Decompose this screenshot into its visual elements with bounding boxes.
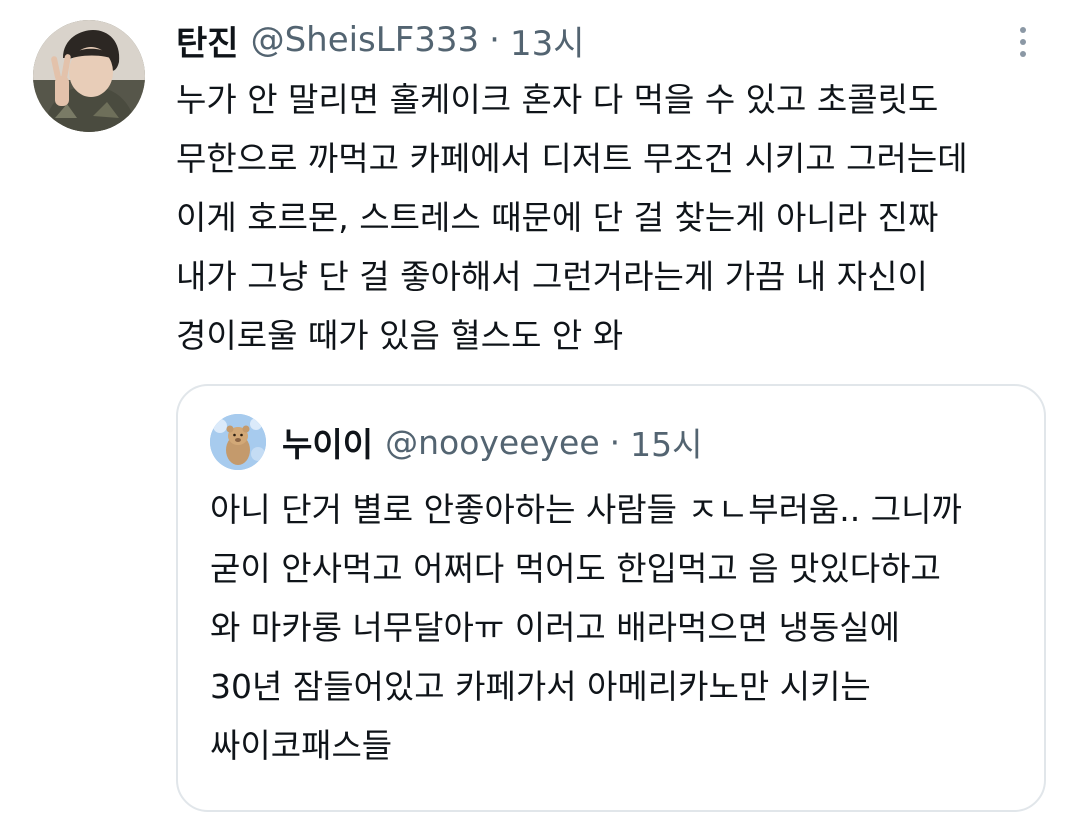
tweet-text-line: 내가 그냥 단 걸 좋아해서 그런거라는게 가끔 내 자신이 bbox=[176, 257, 928, 296]
separator-dot: · bbox=[489, 20, 500, 60]
user-handle[interactable]: @SheisLF333 bbox=[251, 20, 480, 60]
tweet-text: 누가 안 말리면 홀케이크 혼자 다 먹을 수 있고 초콜릿도 무한으로 까먹고… bbox=[176, 70, 1046, 365]
quote-text-line: 굳이 안사먹고 어쩌다 먹어도 한입먹고 음 맛있다하고 bbox=[210, 549, 941, 588]
more-dot bbox=[1020, 39, 1026, 45]
quote-text-line: 30년 잠들어있고 카페가서 아메리카노만 시키는 bbox=[210, 667, 871, 706]
quote-text-line: 와 마카롱 너무달아ㅠ 이러고 배라먹으면 냉동실에 bbox=[210, 608, 901, 647]
quote-text-line: 아니 단거 별로 안좋아하는 사람들 ㅈㄴ부러움.. 그니까 bbox=[210, 490, 962, 529]
timestamp[interactable]: 13시 bbox=[510, 16, 585, 65]
quote-avatar[interactable] bbox=[210, 414, 266, 470]
tweet: 탄진 @SheisLF333 · 13시 누가 안 말리면 홀케이크 혼자 다 … bbox=[0, 0, 1080, 825]
tweet-text-line: 누가 안 말리면 홀케이크 혼자 다 먹을 수 있고 초콜릿도 bbox=[176, 80, 939, 119]
avatar[interactable] bbox=[33, 20, 145, 132]
more-vertical-icon[interactable] bbox=[1006, 22, 1040, 62]
quote-header: 누이이 @nooyeeyee · 15시 bbox=[282, 420, 703, 465]
display-name[interactable]: 탄진 bbox=[176, 16, 239, 65]
quote-text: 아니 단거 별로 안좋아하는 사람들 ㅈㄴ부러움.. 그니까 굳이 안사먹고 어… bbox=[210, 480, 1020, 775]
quoted-tweet[interactable]: 누이이 @nooyeeyee · 15시 아니 단거 별로 안좋아하는 사람들 … bbox=[176, 384, 1046, 812]
more-dot bbox=[1020, 51, 1026, 57]
quote-user-handle: @nooyeeyee bbox=[385, 422, 600, 462]
quote-display-name: 누이이 bbox=[282, 425, 374, 464]
tweet-text-line: 이게 호르몬, 스트레스 때문에 단 걸 찾는게 아니라 진짜 bbox=[176, 198, 939, 237]
tweet-header: 탄진 @SheisLF333 · 13시 bbox=[176, 16, 585, 65]
quote-separator-dot: · bbox=[609, 422, 621, 462]
quote-timestamp: 15시 bbox=[630, 425, 703, 464]
tweet-text-line: 경이로울 때가 있음 혈스도 안 와 bbox=[176, 316, 624, 355]
more-dot bbox=[1020, 27, 1026, 33]
quote-text-line: 싸이코패스들 bbox=[210, 726, 393, 765]
tweet-text-line: 무한으로 까먹고 카페에서 디저트 무조건 시키고 그러는데 bbox=[176, 139, 968, 178]
